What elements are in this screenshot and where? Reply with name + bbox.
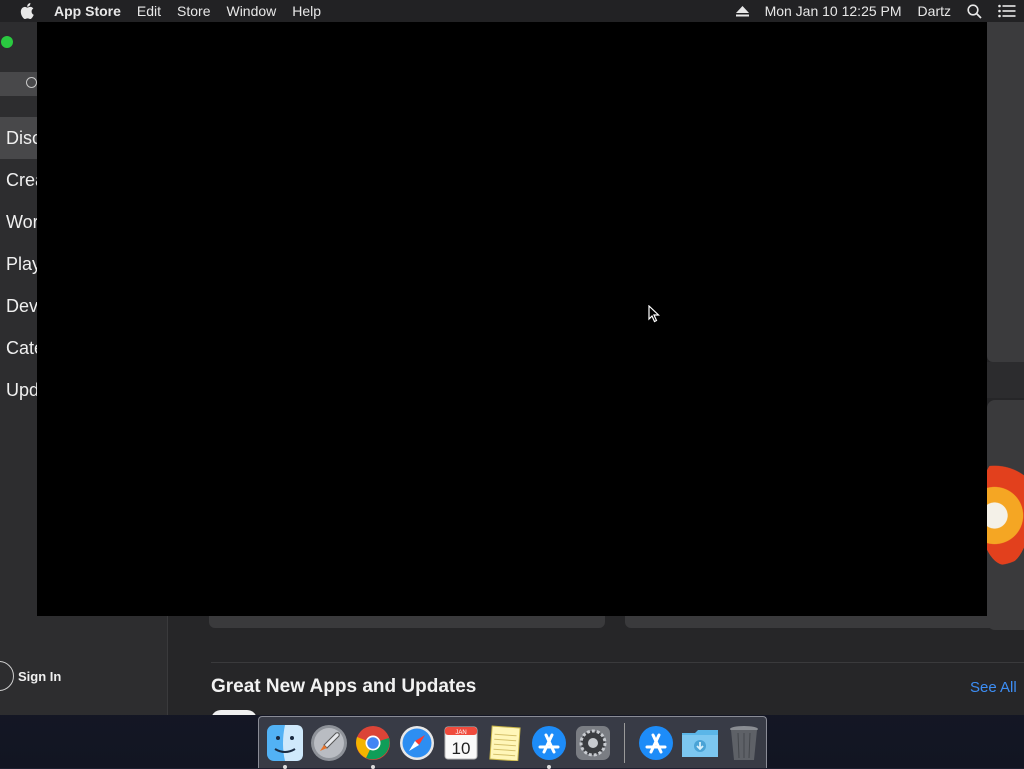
featured-card-edge[interactable] xyxy=(987,22,1024,362)
app-thumbnail[interactable] xyxy=(211,710,257,715)
black-overlay-window[interactable] xyxy=(37,22,987,616)
see-all-link[interactable]: See All xyxy=(970,679,1017,696)
dock-separator xyxy=(624,723,625,763)
section-title: Great New Apps and Updates xyxy=(211,676,476,698)
calendar-day: 10 xyxy=(452,739,471,758)
search-icon xyxy=(26,77,37,88)
dock-app-store-download[interactable] xyxy=(634,721,678,765)
eject-icon[interactable] xyxy=(728,6,757,17)
dock-notes[interactable] xyxy=(483,721,527,765)
downloads-folder-icon xyxy=(680,725,720,761)
sign-in-button[interactable]: Sign In xyxy=(0,662,61,690)
mouse-cursor-icon xyxy=(648,305,660,328)
dock-downloads-folder[interactable] xyxy=(678,721,722,765)
finder-icon xyxy=(266,724,304,762)
dock-chrome[interactable] xyxy=(351,721,395,765)
menu-store[interactable]: Store xyxy=(169,0,218,22)
section-divider xyxy=(211,662,1024,663)
calendar-icon: JAN 10 xyxy=(443,725,479,761)
calendar-month: JAN xyxy=(455,730,466,736)
dock: JAN 10 xyxy=(258,716,767,768)
apple-icon xyxy=(20,3,34,19)
menu-clock[interactable]: Mon Jan 10 12:25 PM xyxy=(757,3,910,19)
dock-app-store[interactable] xyxy=(527,721,571,765)
menu-window[interactable]: Window xyxy=(218,0,284,22)
dock-trash[interactable] xyxy=(722,721,766,765)
content-band xyxy=(987,362,1024,398)
dock-system-preferences[interactable] xyxy=(571,721,615,765)
app-store-icon xyxy=(530,724,568,762)
menu-app-store[interactable]: App Store xyxy=(54,0,129,22)
dock-safari[interactable] xyxy=(395,721,439,765)
dock-finder[interactable] xyxy=(263,721,307,765)
zoom-window-button[interactable] xyxy=(1,36,13,48)
notification-center-icon[interactable] xyxy=(990,4,1024,18)
chrome-icon xyxy=(354,724,392,762)
system-preferences-icon xyxy=(574,724,612,762)
menu-extras: Mon Jan 10 12:25 PM Dartz xyxy=(728,0,1024,22)
spotlight-icon[interactable] xyxy=(959,4,990,19)
safari-icon xyxy=(398,724,436,762)
sign-in-label: Sign In xyxy=(18,669,61,684)
trash-icon xyxy=(727,724,761,762)
menu-edit[interactable]: Edit xyxy=(129,0,169,22)
apple-menu[interactable] xyxy=(0,3,54,19)
notes-icon xyxy=(487,725,523,761)
menu-help[interactable]: Help xyxy=(284,0,329,22)
app-store-icon xyxy=(637,724,675,762)
launchpad-icon xyxy=(310,724,348,762)
dock-calendar[interactable]: JAN 10 xyxy=(439,721,483,765)
menu-bar: App Store Edit Store Window Help Mon Jan… xyxy=(0,0,1024,22)
avatar-icon xyxy=(0,661,14,691)
app-logo-icon xyxy=(987,455,1024,565)
menu-user[interactable]: Dartz xyxy=(910,3,959,19)
dock-launchpad[interactable] xyxy=(307,721,351,765)
